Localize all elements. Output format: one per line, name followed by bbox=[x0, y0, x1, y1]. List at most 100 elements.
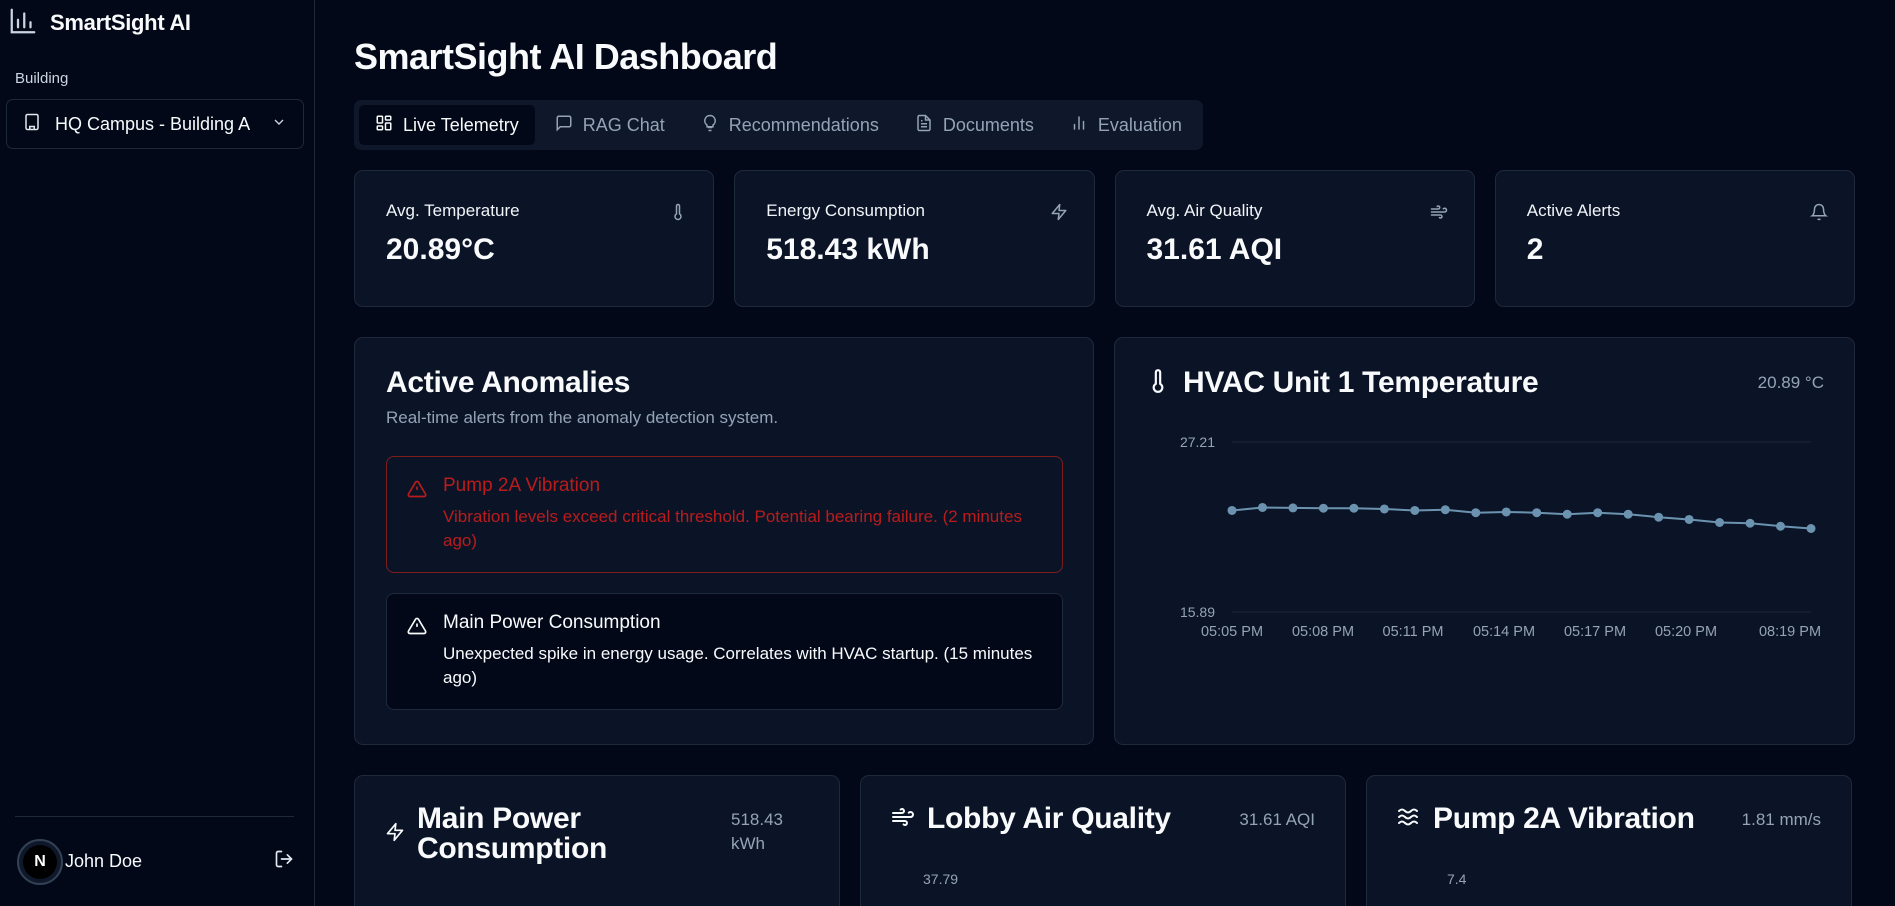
data-point bbox=[1654, 512, 1664, 522]
data-point bbox=[1745, 518, 1755, 528]
y-tick-label: 15.89 bbox=[1180, 604, 1215, 620]
app-root: SmartSight AI Building HQ Campus - Build… bbox=[0, 0, 1895, 906]
vibration-chart-card: Pump 2A Vibration 1.81 mm/s 7.4 bbox=[1366, 775, 1852, 906]
user-footer: N John Doe bbox=[15, 816, 294, 906]
alert-description: Vibration levels exceed critical thresho… bbox=[443, 507, 1022, 550]
data-point bbox=[1410, 505, 1420, 515]
page-title: SmartSight AI Dashboard bbox=[354, 36, 778, 77]
file-text-icon bbox=[915, 114, 933, 137]
data-point bbox=[1593, 508, 1603, 518]
tab-bar: Live Telemetry RAG Chat Recommendations … bbox=[354, 100, 1203, 150]
building-icon bbox=[23, 113, 41, 136]
stat-card-temperature: Avg. Temperature 20.89°C bbox=[354, 170, 715, 307]
data-point bbox=[1440, 505, 1450, 515]
air-quality-ytick: 37.79 bbox=[923, 871, 959, 887]
x-tick-label: 05:20 PM bbox=[1655, 624, 1717, 640]
anomalies-card: Active Anomalies Real-time alerts from t… bbox=[354, 337, 1094, 745]
bar-chart-icon bbox=[8, 6, 38, 41]
data-point bbox=[1379, 504, 1389, 514]
air-quality-readout: 31.61 AQI bbox=[1239, 810, 1315, 829]
tab-label: Documents bbox=[942, 114, 1034, 135]
main-content: SmartSight AI Dashboard Live Telemetry R… bbox=[315, 0, 1895, 906]
data-point bbox=[1623, 509, 1633, 519]
stat-card-air-quality: Avg. Air Quality 31.61 AQI bbox=[1114, 170, 1475, 307]
stat-card-energy: Energy Consumption 518.43 kWh bbox=[734, 170, 1095, 307]
tab-label: Evaluation bbox=[1097, 114, 1182, 135]
avatar-letter: N bbox=[23, 844, 57, 879]
wind-icon bbox=[891, 805, 915, 834]
data-point bbox=[1227, 505, 1237, 515]
x-tick-label: 05:14 PM bbox=[1473, 624, 1535, 640]
stat-value: 31.61 AQI bbox=[1146, 233, 1283, 266]
chevron-down-icon bbox=[271, 114, 287, 135]
data-point bbox=[1684, 514, 1694, 524]
alert-triangle-icon bbox=[407, 479, 427, 504]
air-quality-title: Lobby Air Quality bbox=[927, 802, 1171, 835]
message-square-icon bbox=[555, 114, 573, 137]
zap-icon bbox=[385, 822, 405, 847]
data-point bbox=[1471, 508, 1481, 518]
thermometer-icon bbox=[669, 203, 687, 226]
vibration-title: Pump 2A Vibration bbox=[1433, 802, 1695, 835]
alert-warning[interactable]: Main Power Consumption Unexpected spike … bbox=[386, 593, 1063, 710]
data-point bbox=[1776, 521, 1786, 531]
series-line bbox=[1231, 506, 1812, 530]
logout-icon[interactable] bbox=[274, 849, 294, 874]
sensor-row: Main Power Consumption 518.43 kWh Lobby … bbox=[354, 775, 1855, 906]
data-point bbox=[1715, 517, 1725, 527]
brand[interactable]: SmartSight AI bbox=[0, 0, 314, 46]
power-header: Main Power Consumption 518.43 kWh bbox=[385, 804, 809, 864]
tab-rag-chat[interactable]: RAG Chat bbox=[539, 105, 681, 145]
stat-label: Active Alerts bbox=[1526, 201, 1621, 220]
data-point bbox=[1288, 503, 1298, 513]
anomalies-title: Active Anomalies bbox=[386, 366, 631, 399]
tab-recommendations[interactable]: Recommendations bbox=[685, 105, 895, 145]
data-point bbox=[1562, 509, 1572, 519]
x-tick-label: 08:19 PM bbox=[1759, 624, 1821, 640]
building-select-value: HQ Campus - Building A bbox=[55, 113, 251, 134]
avatar[interactable]: N bbox=[17, 838, 63, 885]
stat-label: Avg. Air Quality bbox=[1146, 201, 1263, 220]
waves-icon bbox=[1397, 805, 1421, 834]
power-readout-unit: kWh bbox=[731, 834, 765, 853]
alert-critical[interactable]: Pump 2A Vibration Vibration levels excee… bbox=[386, 456, 1063, 573]
stat-label: Energy Consumption bbox=[766, 201, 926, 220]
data-point bbox=[1257, 502, 1267, 512]
building-label: Building bbox=[15, 70, 69, 87]
hvac-line-chart: 27.21 15.89 05:05 PM 05:08 PM 05:11 PM 05:14 … bbox=[1180, 434, 1821, 640]
power-readout-value: 518.43 bbox=[731, 810, 783, 829]
user-name: John Doe bbox=[65, 851, 143, 871]
tab-evaluation[interactable]: Evaluation bbox=[1054, 105, 1198, 145]
anomalies-subtitle: Real-time alerts from the anomaly detect… bbox=[386, 408, 779, 427]
tab-label: RAG Chat bbox=[582, 114, 665, 135]
tab-live-telemetry[interactable]: Live Telemetry bbox=[359, 105, 535, 145]
tab-documents[interactable]: Documents bbox=[899, 105, 1050, 145]
air-quality-chart-card: Lobby Air Quality 31.61 AQI 37.79 bbox=[860, 775, 1346, 906]
data-point bbox=[1318, 503, 1328, 513]
stat-value: 20.89°C bbox=[386, 233, 495, 266]
alert-triangle-icon bbox=[407, 616, 427, 641]
stat-value: 2 bbox=[1526, 233, 1544, 266]
vibration-ytick: 7.4 bbox=[1447, 871, 1467, 887]
stat-row: Avg. Temperature 20.89°C Energy Consumpt… bbox=[354, 170, 1855, 307]
stat-label: Avg. Temperature bbox=[386, 201, 520, 220]
layout-dashboard-icon bbox=[375, 114, 393, 137]
alert-title: Pump 2A Vibration bbox=[443, 475, 601, 496]
main-row: Active Anomalies Real-time alerts from t… bbox=[354, 337, 1855, 745]
y-tick-label: 27.21 bbox=[1180, 434, 1215, 450]
data-point bbox=[1501, 507, 1511, 517]
tab-label: Live Telemetry bbox=[403, 114, 519, 135]
data-point bbox=[1349, 503, 1359, 513]
x-tick-label: 05:11 PM bbox=[1383, 624, 1444, 640]
data-point bbox=[1806, 524, 1816, 534]
building-select[interactable]: HQ Campus - Building A bbox=[6, 99, 304, 149]
hvac-chart-card: 27.21 15.89 05:05 PM 05:08 PM 05:11 PM 05:14 … bbox=[1114, 337, 1855, 745]
stat-value: 518.43 kWh bbox=[766, 233, 930, 266]
power-title-line1: Main Power bbox=[417, 802, 581, 835]
brand-name: SmartSight AI bbox=[50, 10, 191, 35]
sidebar: SmartSight AI Building HQ Campus - Build… bbox=[0, 0, 315, 906]
power-readout: 518.43 kWh bbox=[731, 808, 783, 856]
x-tick-label: 05:05 PM bbox=[1201, 624, 1263, 640]
power-title: Main Power Consumption bbox=[417, 804, 607, 864]
lightbulb-icon bbox=[701, 114, 719, 137]
